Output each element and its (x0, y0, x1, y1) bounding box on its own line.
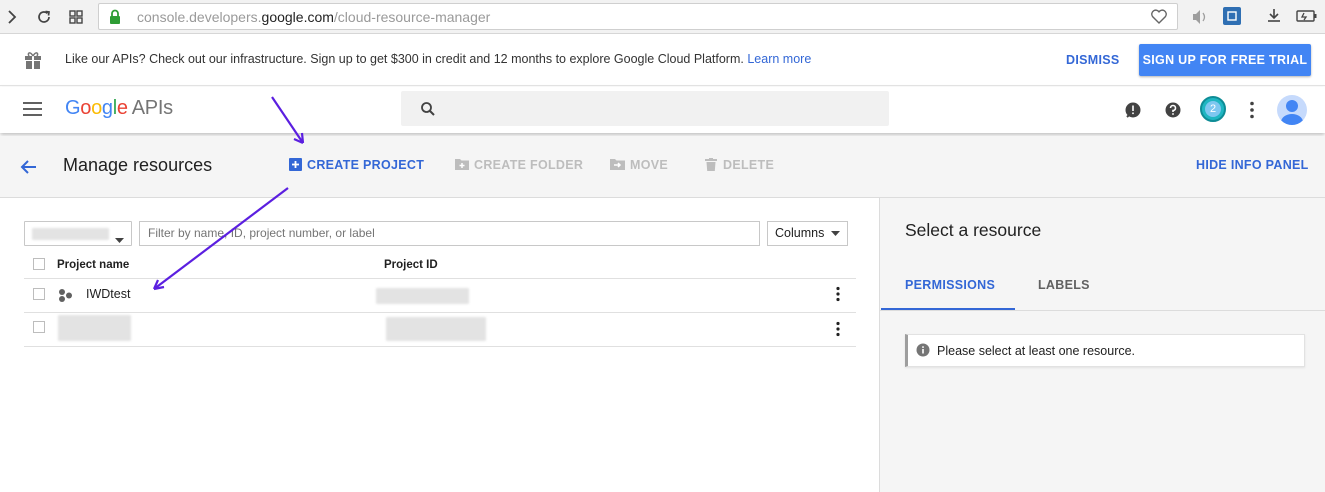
google-apis-logo[interactable]: Google APIs (65, 97, 173, 120)
back-arrow-icon[interactable] (20, 158, 38, 181)
folder-add-icon (455, 159, 469, 170)
search-icon (420, 101, 436, 122)
search-input[interactable] (401, 91, 889, 126)
url-text: console.developers.google.com/cloud-reso… (137, 9, 491, 25)
app-header: Google APIs 2 (0, 87, 1325, 133)
feedback-icon[interactable] (1124, 101, 1142, 124)
forward-icon[interactable] (2, 7, 22, 27)
promo-message: Like our APIs? Check out our infrastruct… (65, 52, 812, 66)
organization-select[interactable] (24, 221, 132, 246)
learn-more-link[interactable]: Learn more (747, 52, 811, 66)
columns-dropdown[interactable]: Columns (767, 221, 848, 246)
speed-dial-icon[interactable] (66, 7, 86, 27)
dismiss-button[interactable]: DISMISS (1066, 53, 1120, 67)
battery-icon (1296, 8, 1318, 29)
table-row[interactable]: IWDtest (24, 279, 856, 312)
columns-label: Columns (775, 226, 825, 240)
page-toolbar: Manage resources CREATE PROJECT CREATE F… (0, 136, 1325, 198)
dropdown-arrow-icon (115, 231, 124, 249)
create-folder-button[interactable]: CREATE FOLDER (455, 158, 583, 172)
download-icon[interactable] (1265, 7, 1283, 30)
tab-divider (880, 310, 1325, 311)
create-project-button[interactable]: CREATE PROJECT (289, 158, 424, 172)
trash-icon (705, 158, 717, 171)
reload-icon[interactable] (34, 7, 54, 27)
tab-permissions[interactable]: PERMISSIONS (905, 278, 995, 292)
move-button[interactable]: MOVE (610, 158, 668, 172)
gift-icon (23, 50, 43, 75)
page-title: Manage resources (63, 155, 213, 175)
column-header-project-id[interactable]: Project ID (384, 259, 438, 271)
notice-text: Please select at least one resource. (937, 344, 1136, 358)
promo-banner: Like our APIs? Check out our infrastruct… (0, 35, 1325, 86)
hide-info-panel-button[interactable]: HIDE INFO PANEL (1196, 158, 1309, 172)
project-icon (58, 288, 74, 307)
avatar[interactable] (1277, 95, 1307, 125)
address-bar[interactable]: console.developers.google.com/cloud-reso… (98, 3, 1178, 30)
redacted-project-name (58, 315, 131, 341)
menu-icon[interactable] (23, 101, 43, 122)
table-row[interactable] (24, 313, 856, 346)
free-trial-button[interactable]: SIGN UP FOR FREE TRIAL (1139, 44, 1311, 76)
tab-labels[interactable]: LABELS (1038, 278, 1090, 292)
info-icon (916, 343, 930, 362)
project-name[interactable]: IWDtest (86, 287, 130, 301)
notifications-badge[interactable]: 2 (1200, 96, 1226, 122)
add-box-icon (289, 158, 302, 171)
browser-toolbar: console.developers.google.com/cloud-reso… (0, 0, 1325, 34)
bookmark-heart-icon[interactable] (1150, 8, 1168, 30)
select-all-checkbox[interactable] (33, 258, 45, 270)
dropdown-arrow-icon (831, 231, 840, 236)
notification-count: 2 (1205, 101, 1221, 117)
redacted-project-id (376, 288, 469, 304)
more-vert-icon[interactable] (1247, 100, 1257, 125)
speaker-icon[interactable] (1190, 8, 1210, 31)
redacted-project-id (386, 317, 486, 341)
info-panel: Select a resource PERMISSIONS LABELS Ple… (879, 198, 1325, 492)
row-more-vert-icon[interactable] (835, 321, 841, 342)
filter-input[interactable]: Filter by name, ID, project number, or l… (139, 221, 760, 246)
row-checkbox[interactable] (33, 288, 45, 300)
lock-icon (108, 9, 122, 30)
row-more-vert-icon[interactable] (835, 286, 841, 307)
move-icon (610, 159, 625, 170)
extension-icon[interactable] (1223, 7, 1241, 25)
help-icon[interactable] (1164, 101, 1182, 124)
row-checkbox[interactable] (33, 321, 45, 333)
redacted-organization (32, 228, 109, 240)
row-divider (24, 346, 856, 347)
select-resource-notice: Please select at least one resource. (905, 334, 1305, 367)
delete-button[interactable]: DELETE (705, 158, 774, 172)
info-panel-title: Select a resource (905, 220, 1042, 240)
column-header-project-name[interactable]: Project name (57, 259, 129, 271)
